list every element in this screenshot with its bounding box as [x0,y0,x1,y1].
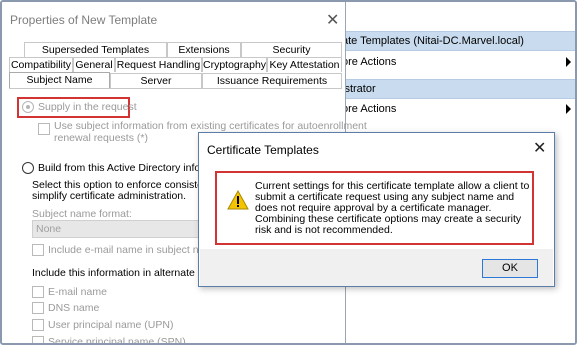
alert-footer: OK [200,249,553,286]
select-value: None [36,223,62,235]
supply-in-request-label: Supply in the request [38,101,137,113]
use-subject-info-label: Use subject information from existing ce… [54,120,367,132]
tab-request-handling[interactable]: Request Handling [115,57,202,72]
supply-in-request-radio[interactable] [22,101,34,113]
subject-name-format-label: Subject name format: [32,208,132,220]
alt-email-label: E-mail name [48,286,107,298]
alert-body: Current settings for this certificate te… [200,165,553,249]
certificate-templates-alert: Certificate Templates ✕ Current settings… [198,132,555,287]
tab-security[interactable]: Security [241,42,342,57]
actions-header: s [338,12,575,30]
alt-upn-label: User principal name (UPN) [48,319,174,331]
build-from-ad-radio[interactable] [22,162,34,174]
actions-section-cert-templates[interactable]: ate Templates (Nitai-DC.Marvel.local) [338,31,575,51]
screenshot-frame: s ate Templates (Nitai-DC.Marvel.local) … [0,0,577,345]
tab-general[interactable]: General [73,57,115,72]
include-email-label: Include e-mail name in subject name [48,244,220,256]
alt-email-checkbox[interactable] [32,286,44,298]
alt-spn-checkbox[interactable] [32,336,44,343]
actions-section-label: istrator [342,83,376,95]
alert-title: Certificate Templates [207,143,319,157]
alt-spn-label: Service principal name (SPN) [48,336,186,345]
actions-section-administrator[interactable]: istrator [338,79,575,99]
tab-divider [9,88,342,89]
alt-upn-checkbox[interactable] [32,319,44,331]
tab-issuance-requirements[interactable]: Issuance Requirements [202,73,342,88]
tab-extensions[interactable]: Extensions [167,42,241,57]
more-actions-label: ore Actions [342,56,397,68]
tab-subject-name[interactable]: Subject Name [9,72,110,89]
use-subject-info-checkbox[interactable] [38,123,50,135]
warning-icon [227,189,249,213]
alt-dns-label: DNS name [48,302,100,314]
actions-section-label: ate Templates (Nitai-DC.Marvel.local) [342,35,524,47]
include-email-checkbox[interactable] [32,244,44,256]
close-icon[interactable]: ✕ [326,10,339,30]
more-actions-item-1[interactable]: ore Actions [338,52,575,72]
submenu-arrow-icon [566,104,571,114]
submenu-arrow-icon [566,57,571,67]
tab-compatibility[interactable]: Compatibility [9,57,73,72]
dialog-title: Properties of New Template [10,13,158,27]
tab-key-attestation[interactable]: Key Attestation [267,57,342,72]
alert-message: Current settings for this certificate te… [255,180,530,236]
close-icon[interactable]: ✕ [533,138,546,158]
tab-server[interactable]: Server [110,73,202,88]
renewal-requests-label: renewal requests (*) [54,132,148,144]
select-option-text-2: simplify certificate administration. [32,190,187,202]
highlight-box: Current settings for this certificate te… [215,171,534,245]
ok-button[interactable]: OK [482,259,538,278]
tab-superseded-templates[interactable]: Superseded Templates [24,42,167,57]
alt-dns-checkbox[interactable] [32,302,44,314]
tab-cryptography[interactable]: Cryptography [202,57,267,72]
more-actions-label: ore Actions [342,103,397,115]
more-actions-item-2[interactable]: ore Actions [338,99,575,119]
subject-name-format-select[interactable]: None [32,220,202,238]
